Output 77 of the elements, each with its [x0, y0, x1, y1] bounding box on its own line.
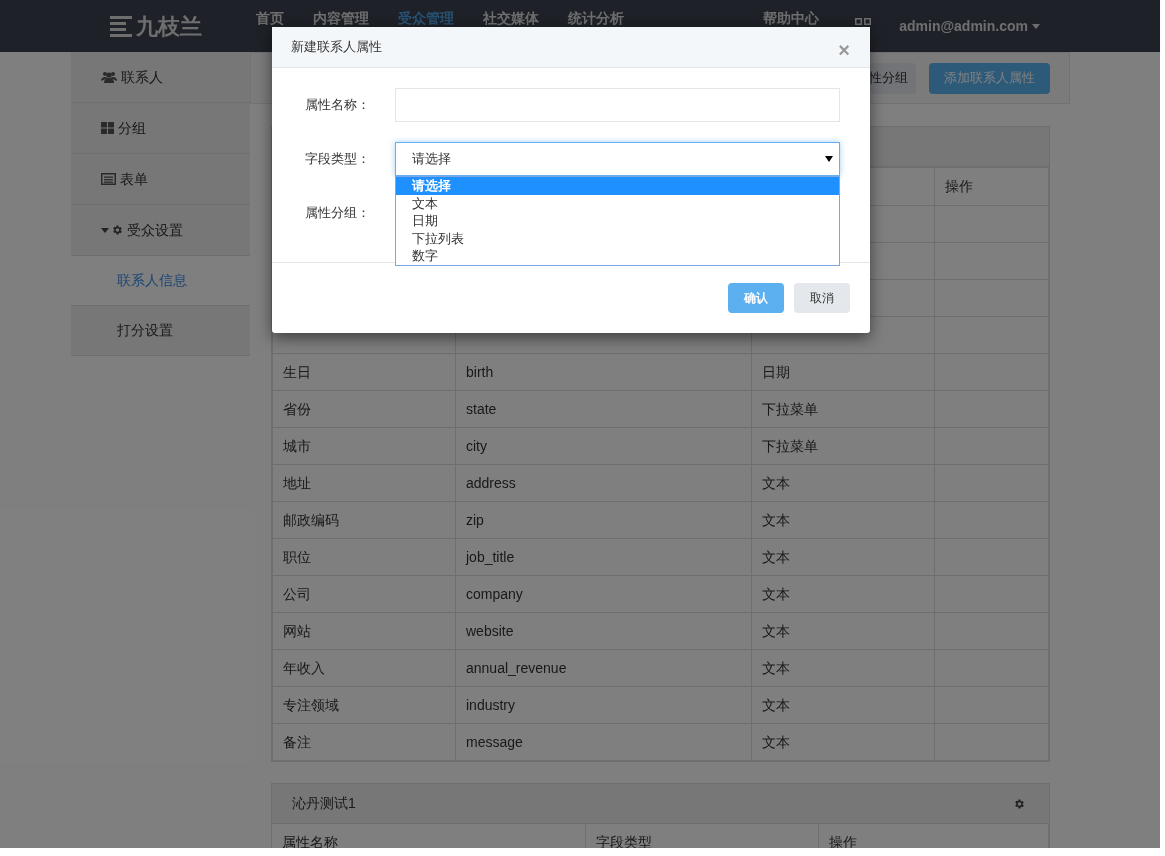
- caret-icon: [1032, 23, 1040, 29]
- field-label: 字段类型：: [304, 150, 371, 169]
- table-cell: message: [455, 723, 752, 761]
- panel-title: 沁丹测试1: [292, 794, 356, 813]
- dropdown-option[interactable]: 日期: [396, 212, 839, 230]
- table-cell: 文本: [751, 575, 935, 613]
- table-cell: address: [455, 464, 752, 502]
- help-link[interactable]: 帮助中心: [763, 8, 820, 29]
- caret-icon: [101, 227, 109, 233]
- sidebar-item[interactable]: 联系人: [71, 52, 250, 103]
- sidebar-item[interactable]: 表单: [71, 154, 250, 205]
- sidebar-label: 分组: [118, 118, 146, 138]
- nav-link[interactable]: 受众管理: [398, 8, 454, 29]
- table-cell: job_title: [455, 538, 752, 576]
- table-cell: 文本: [751, 723, 935, 761]
- sidebar-item[interactable]: 受众设置: [71, 205, 250, 256]
- table-cell: 邮政编码: [272, 501, 456, 539]
- dropdown-option[interactable]: 数字: [396, 247, 839, 265]
- sidebar-item[interactable]: 分组: [71, 103, 250, 154]
- sidebar-label: 受众设置: [127, 220, 183, 240]
- field-label: 属性名称：: [304, 96, 371, 115]
- table-cell: 文本: [751, 649, 935, 687]
- table-cell: 专注领域: [272, 686, 456, 724]
- grid-icon: [101, 122, 114, 134]
- gear-icon: [1013, 797, 1025, 810]
- table-cell: 文本: [751, 501, 935, 539]
- field-label: 属性分组：: [304, 204, 371, 223]
- column-header: 操作: [934, 167, 1049, 206]
- nav-link[interactable]: 首页: [256, 8, 284, 29]
- user-menu[interactable]: admin@admin.com: [899, 15, 1040, 37]
- modal-button[interactable]: 取消: [794, 283, 850, 313]
- gear-icon: [111, 224, 123, 236]
- table-cell: 生日: [272, 353, 456, 391]
- column-header: 属性名称: [272, 824, 586, 848]
- input-field[interactable]: [395, 88, 840, 122]
- table-cell: 网站: [272, 612, 456, 650]
- sidebar-label: 联系人: [121, 67, 163, 87]
- table-cell: website: [455, 612, 752, 650]
- table-cell: state: [455, 390, 752, 428]
- table-cell: industry: [455, 686, 752, 724]
- modal-button[interactable]: 确认: [728, 283, 784, 313]
- table-cell: 职位: [272, 538, 456, 576]
- logo-text: 九枝兰: [136, 12, 202, 41]
- table-cell: 地址: [272, 464, 456, 502]
- logo-icon: [110, 15, 132, 37]
- nav-link[interactable]: 内容管理: [313, 8, 369, 29]
- caret-icon: [825, 156, 833, 162]
- table-cell: 文本: [751, 686, 935, 724]
- sidebar-label: 表单: [120, 169, 148, 189]
- column-header: 字段类型: [586, 824, 819, 848]
- close-button[interactable]: ×: [838, 40, 850, 60]
- table-cell: company: [455, 575, 752, 613]
- table-cell: 省份: [272, 390, 456, 428]
- modal-title: 新建联系人属性: [291, 38, 382, 57]
- table-cell: 文本: [751, 464, 935, 502]
- dropdown-option[interactable]: 文本: [396, 194, 839, 212]
- table-cell: 下拉菜单: [751, 390, 935, 428]
- table-cell: 公司: [272, 575, 456, 613]
- table-cell: city: [455, 427, 752, 465]
- table-cell: 年收入: [272, 649, 456, 687]
- users-icon: [101, 71, 117, 83]
- table-cell: 下拉菜单: [751, 427, 935, 465]
- table-cell: 备注: [272, 723, 456, 761]
- nav-link[interactable]: 社交媒体: [483, 8, 539, 29]
- list-icon: [101, 173, 116, 185]
- table-cell: 文本: [751, 612, 935, 650]
- dropdown-option[interactable]: 请选择: [396, 177, 839, 195]
- table-cell: 文本: [751, 538, 935, 576]
- nav-link[interactable]: 统计分析: [568, 8, 624, 29]
- table-cell: birth: [455, 353, 752, 391]
- sidebar-subitem[interactable]: 打分设置: [71, 306, 250, 356]
- table-cell: 日期: [751, 353, 935, 391]
- dropdown-option[interactable]: 下拉列表: [396, 229, 839, 247]
- table-cell: zip: [455, 501, 752, 539]
- select-field[interactable]: 请选择: [395, 142, 840, 176]
- table-cell: 城市: [272, 427, 456, 465]
- table-cell: annual_revenue: [455, 649, 752, 687]
